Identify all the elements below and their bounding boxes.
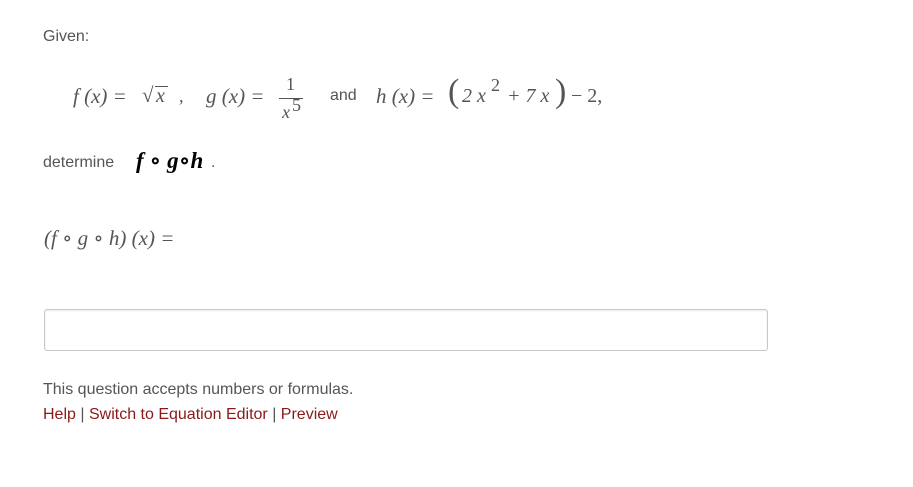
- answer-input[interactable]: [44, 309, 768, 351]
- help-links: Help | Switch to Equation Editor | Previ…: [43, 405, 338, 425]
- composition-expression: f ∘ g∘h: [136, 148, 204, 173]
- h-inner-exp: 2: [491, 75, 500, 95]
- g-den-exp: 5: [292, 95, 301, 115]
- g-numerator: 1: [286, 74, 295, 94]
- answer-field[interactable]: [49, 314, 765, 348]
- help-link[interactable]: Help: [43, 406, 76, 423]
- link-separator: |: [272, 406, 277, 423]
- answer-lhs: (f ∘ g ∘ h) (x) =: [44, 226, 175, 250]
- given-label: Given:: [43, 28, 90, 45]
- link-separator: |: [80, 406, 85, 423]
- h-inner-a: 2 x: [462, 85, 486, 107]
- determine-label: determine: [43, 154, 115, 171]
- h-tail: − 2,: [571, 85, 603, 107]
- f-comma: ,: [179, 86, 184, 106]
- g-lhs: g (x) =: [206, 84, 265, 108]
- preview-link[interactable]: Preview: [281, 406, 338, 423]
- radical-icon: √: [142, 83, 154, 107]
- h-lhs: h (x) =: [376, 84, 435, 108]
- switch-equation-editor-link[interactable]: Switch to Equation Editor: [89, 406, 268, 423]
- f-radicand: x: [156, 85, 165, 107]
- g-den-base: x: [282, 102, 290, 122]
- h-open-paren: (: [448, 73, 460, 110]
- and-label: and: [330, 87, 357, 104]
- h-inner-b: + 7 x: [507, 85, 550, 107]
- composition-period: .: [211, 154, 216, 171]
- accepts-formulas-text: This question accepts numbers or formula…: [43, 381, 354, 398]
- f-lhs: f (x) =: [73, 84, 127, 108]
- h-close-paren: ): [555, 73, 567, 110]
